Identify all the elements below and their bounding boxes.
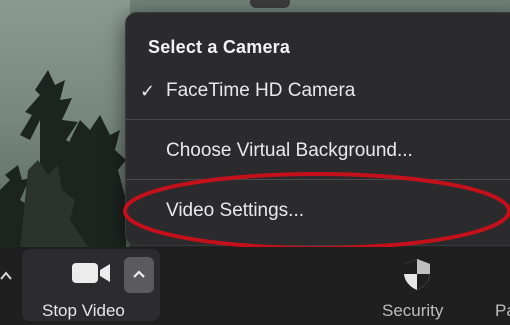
menu-item-choose-virtual-background[interactable]: Choose Virtual Background... [126, 129, 510, 173]
chevron-up-icon [133, 270, 145, 278]
menu-item-video-settings[interactable]: Video Settings... [126, 189, 510, 233]
security-button[interactable]: Security [372, 253, 462, 321]
video-options-caret[interactable] [124, 257, 154, 293]
checkmark-icon: ✓ [140, 81, 156, 101]
security-label: Security [382, 301, 444, 320]
menu-item-label: FaceTime HD Camera [166, 80, 356, 101]
menu-header: Select a Camera [148, 37, 291, 57]
menu-divider [126, 119, 510, 120]
menu-item-facetime-camera[interactable]: ✓ FaceTime HD Camera [126, 69, 510, 113]
video-camera-icon [70, 261, 112, 290]
camera-menu: Select a Camera ✓ FaceTime HD Camera Cho… [125, 12, 510, 246]
zoom-meeting-window: Select a Camera ✓ FaceTime HD Camera Cho… [0, 0, 510, 325]
stop-video-button[interactable]: Stop Video [22, 249, 160, 321]
shield-icon [402, 257, 432, 296]
top-notch [250, 0, 290, 8]
stop-video-label: Stop Video [42, 301, 125, 320]
menu-item-label: Video Settings... [166, 200, 305, 221]
menu-divider [126, 179, 510, 180]
meeting-toolbar: Stop Video Security Pa [0, 247, 510, 325]
participants-label[interactable]: Pa [495, 301, 510, 321]
left-caret-icon[interactable] [0, 261, 12, 291]
menu-item-label: Choose Virtual Background... [166, 140, 413, 161]
